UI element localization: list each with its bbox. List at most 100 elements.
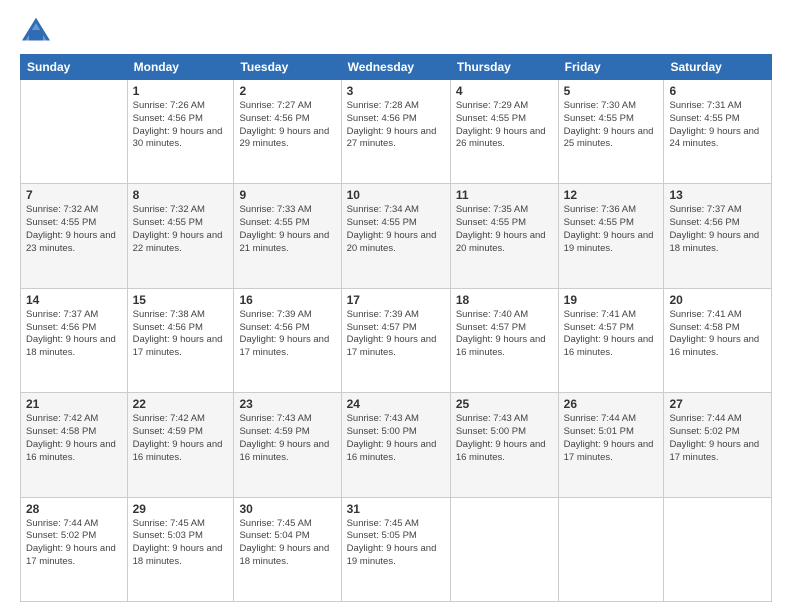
calendar-cell: 14 Sunrise: 7:37 AM Sunset: 4:56 PM Dayli… — [21, 288, 128, 392]
day-number: 2 — [239, 84, 335, 98]
day-number: 18 — [456, 293, 553, 307]
day-info: Sunrise: 7:45 AM Sunset: 5:03 PM Dayligh… — [133, 518, 229, 569]
day-info: Sunrise: 7:39 AM Sunset: 4:56 PM Dayligh… — [239, 309, 335, 360]
day-info: Sunrise: 7:45 AM Sunset: 5:05 PM Dayligh… — [347, 518, 445, 569]
day-number: 19 — [564, 293, 659, 307]
calendar-cell: 16 Sunrise: 7:39 AM Sunset: 4:56 PM Dayli… — [234, 288, 341, 392]
calendar-cell: 2 Sunrise: 7:27 AM Sunset: 4:56 PM Daylig… — [234, 80, 341, 184]
day-info: Sunrise: 7:32 AM Sunset: 4:55 PM Dayligh… — [133, 204, 229, 255]
weekday-header-row: SundayMondayTuesdayWednesdayThursdayFrid… — [21, 55, 772, 80]
calendar-cell: 23 Sunrise: 7:43 AM Sunset: 4:59 PM Dayli… — [234, 393, 341, 497]
day-number: 21 — [26, 397, 122, 411]
day-number: 28 — [26, 502, 122, 516]
calendar-week-0: 1 Sunrise: 7:26 AM Sunset: 4:56 PM Daylig… — [21, 80, 772, 184]
day-info: Sunrise: 7:35 AM Sunset: 4:55 PM Dayligh… — [456, 204, 553, 255]
day-info: Sunrise: 7:44 AM Sunset: 5:02 PM Dayligh… — [26, 518, 122, 569]
day-number: 11 — [456, 188, 553, 202]
calendar-table: SundayMondayTuesdayWednesdayThursdayFrid… — [20, 54, 772, 602]
calendar-cell: 21 Sunrise: 7:42 AM Sunset: 4:58 PM Dayli… — [21, 393, 128, 497]
day-info: Sunrise: 7:44 AM Sunset: 5:02 PM Dayligh… — [669, 413, 766, 464]
day-info: Sunrise: 7:40 AM Sunset: 4:57 PM Dayligh… — [456, 309, 553, 360]
day-info: Sunrise: 7:31 AM Sunset: 4:55 PM Dayligh… — [669, 100, 766, 151]
day-number: 10 — [347, 188, 445, 202]
day-number: 15 — [133, 293, 229, 307]
day-number: 12 — [564, 188, 659, 202]
calendar-cell — [664, 497, 772, 601]
calendar-cell: 22 Sunrise: 7:42 AM Sunset: 4:59 PM Dayli… — [127, 393, 234, 497]
calendar-cell: 8 Sunrise: 7:32 AM Sunset: 4:55 PM Daylig… — [127, 184, 234, 288]
day-info: Sunrise: 7:45 AM Sunset: 5:04 PM Dayligh… — [239, 518, 335, 569]
day-info: Sunrise: 7:28 AM Sunset: 4:56 PM Dayligh… — [347, 100, 445, 151]
calendar-cell: 4 Sunrise: 7:29 AM Sunset: 4:55 PM Daylig… — [450, 80, 558, 184]
day-info: Sunrise: 7:34 AM Sunset: 4:55 PM Dayligh… — [347, 204, 445, 255]
day-number: 25 — [456, 397, 553, 411]
calendar-cell: 29 Sunrise: 7:45 AM Sunset: 5:03 PM Dayli… — [127, 497, 234, 601]
calendar-cell: 10 Sunrise: 7:34 AM Sunset: 4:55 PM Dayli… — [341, 184, 450, 288]
calendar-cell: 19 Sunrise: 7:41 AM Sunset: 4:57 PM Dayli… — [558, 288, 664, 392]
calendar-cell: 15 Sunrise: 7:38 AM Sunset: 4:56 PM Dayli… — [127, 288, 234, 392]
logo — [20, 16, 56, 44]
header — [20, 16, 772, 44]
calendar-cell: 6 Sunrise: 7:31 AM Sunset: 4:55 PM Daylig… — [664, 80, 772, 184]
day-info: Sunrise: 7:39 AM Sunset: 4:57 PM Dayligh… — [347, 309, 445, 360]
calendar-week-3: 21 Sunrise: 7:42 AM Sunset: 4:58 PM Dayli… — [21, 393, 772, 497]
calendar-cell: 12 Sunrise: 7:36 AM Sunset: 4:55 PM Dayli… — [558, 184, 664, 288]
calendar-cell: 30 Sunrise: 7:45 AM Sunset: 5:04 PM Dayli… — [234, 497, 341, 601]
day-number: 5 — [564, 84, 659, 98]
day-info: Sunrise: 7:36 AM Sunset: 4:55 PM Dayligh… — [564, 204, 659, 255]
day-info: Sunrise: 7:29 AM Sunset: 4:55 PM Dayligh… — [456, 100, 553, 151]
weekday-header-tuesday: Tuesday — [234, 55, 341, 80]
day-number: 3 — [347, 84, 445, 98]
day-number: 30 — [239, 502, 335, 516]
calendar-cell: 20Sunrise: 7:41 AM Sunset: 4:58 PM Dayli… — [664, 288, 772, 392]
day-info: Sunrise: 7:32 AM Sunset: 4:55 PM Dayligh… — [26, 204, 122, 255]
weekday-header-wednesday: Wednesday — [341, 55, 450, 80]
day-info: Sunrise: 7:42 AM Sunset: 4:59 PM Dayligh… — [133, 413, 229, 464]
day-number: 22 — [133, 397, 229, 411]
calendar-cell: 18 Sunrise: 7:40 AM Sunset: 4:57 PM Dayli… — [450, 288, 558, 392]
day-info: Sunrise: 7:33 AM Sunset: 4:55 PM Dayligh… — [239, 204, 335, 255]
day-info: Sunrise: 7:27 AM Sunset: 4:56 PM Dayligh… — [239, 100, 335, 151]
day-number: 14 — [26, 293, 122, 307]
calendar-cell: 27 Sunrise: 7:44 AM Sunset: 5:02 PM Dayli… — [664, 393, 772, 497]
day-number: 23 — [239, 397, 335, 411]
day-info: Sunrise: 7:42 AM Sunset: 4:58 PM Dayligh… — [26, 413, 122, 464]
day-number: 26 — [564, 397, 659, 411]
day-info: Sunrise: 7:37 AM Sunset: 4:56 PM Dayligh… — [26, 309, 122, 360]
weekday-header-thursday: Thursday — [450, 55, 558, 80]
weekday-header-friday: Friday — [558, 55, 664, 80]
calendar-cell: 26Sunrise: 7:44 AM Sunset: 5:01 PM Dayli… — [558, 393, 664, 497]
calendar-cell: 5Sunrise: 7:30 AM Sunset: 4:55 PM Daylig… — [558, 80, 664, 184]
calendar-cell: 3 Sunrise: 7:28 AM Sunset: 4:56 PM Daylig… — [341, 80, 450, 184]
calendar-cell: 28 Sunrise: 7:44 AM Sunset: 5:02 PM Dayli… — [21, 497, 128, 601]
day-info: Sunrise: 7:43 AM Sunset: 4:59 PM Dayligh… — [239, 413, 335, 464]
day-number: 13 — [669, 188, 766, 202]
calendar-cell — [21, 80, 128, 184]
day-number: 1 — [133, 84, 229, 98]
calendar-cell: 1 Sunrise: 7:26 AM Sunset: 4:56 PM Daylig… — [127, 80, 234, 184]
day-number: 8 — [133, 188, 229, 202]
day-number: 4 — [456, 84, 553, 98]
calendar-cell: 25Sunrise: 7:43 AM Sunset: 5:00 PM Dayli… — [450, 393, 558, 497]
day-info: Sunrise: 7:38 AM Sunset: 4:56 PM Dayligh… — [133, 309, 229, 360]
calendar-cell: 9Sunrise: 7:33 AM Sunset: 4:55 PM Daylig… — [234, 184, 341, 288]
day-number: 29 — [133, 502, 229, 516]
weekday-header-monday: Monday — [127, 55, 234, 80]
day-number: 7 — [26, 188, 122, 202]
day-info: Sunrise: 7:43 AM Sunset: 5:00 PM Dayligh… — [347, 413, 445, 464]
day-info: Sunrise: 7:26 AM Sunset: 4:56 PM Dayligh… — [133, 100, 229, 151]
calendar-cell: 17 Sunrise: 7:39 AM Sunset: 4:57 PM Dayli… — [341, 288, 450, 392]
calendar-cell — [558, 497, 664, 601]
day-number: 31 — [347, 502, 445, 516]
calendar-cell: 31 Sunrise: 7:45 AM Sunset: 5:05 PM Dayli… — [341, 497, 450, 601]
calendar-cell: 24 Sunrise: 7:43 AM Sunset: 5:00 PM Dayli… — [341, 393, 450, 497]
day-info: Sunrise: 7:41 AM Sunset: 4:57 PM Dayligh… — [564, 309, 659, 360]
day-info: Sunrise: 7:37 AM Sunset: 4:56 PM Dayligh… — [669, 204, 766, 255]
day-number: 6 — [669, 84, 766, 98]
day-number: 17 — [347, 293, 445, 307]
calendar-cell — [450, 497, 558, 601]
calendar-week-4: 28 Sunrise: 7:44 AM Sunset: 5:02 PM Dayli… — [21, 497, 772, 601]
day-number: 24 — [347, 397, 445, 411]
day-number: 27 — [669, 397, 766, 411]
day-number: 16 — [239, 293, 335, 307]
